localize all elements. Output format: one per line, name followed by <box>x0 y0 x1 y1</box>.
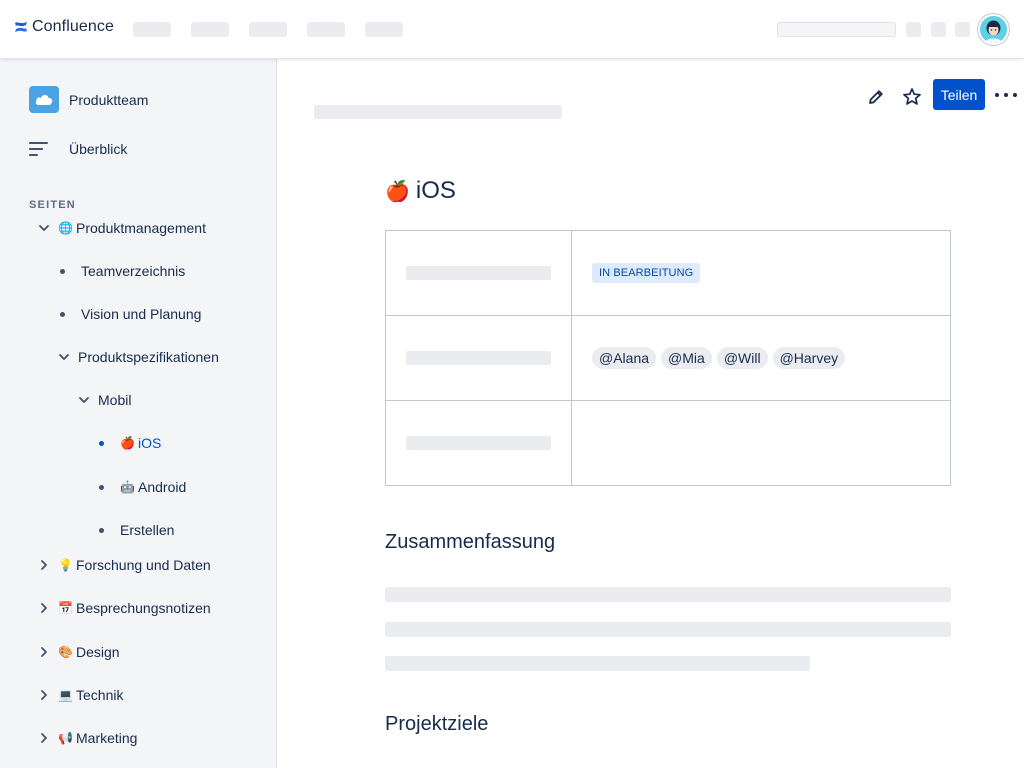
sidebar-tree-item-label: Android <box>138 479 187 495</box>
confluence-logo[interactable]: Confluence <box>14 18 114 36</box>
page-title-text: iOS <box>415 177 456 204</box>
sidebar-tree-item[interactable]: Vision und Planung <box>60 306 201 322</box>
property-key-placeholder <box>406 351 551 365</box>
status-badge[interactable]: IN BEARBEITUNG <box>592 263 701 283</box>
text-line-placeholder <box>385 622 951 637</box>
sidebar: Produktteam Überblick SEITEN 🌐 Produktman… <box>0 59 277 768</box>
sidebar-tree-item[interactable]: Erstellen <box>99 522 174 538</box>
text-line-placeholder <box>385 587 951 602</box>
user-mention[interactable]: @Alana <box>592 347 657 369</box>
breadcrumb-placeholder <box>314 105 562 119</box>
sidebar-tree-item-label: Marketing <box>76 730 138 746</box>
star-icon <box>903 88 921 105</box>
page-emoji-icon: 💻 <box>58 688 73 702</box>
sidebar-tree-item-label: Technik <box>76 687 124 703</box>
sidebar-tree-item[interactable]: 🤖 Android <box>99 479 186 495</box>
sidebar-tree-item-label: iOS <box>138 435 162 451</box>
page-emoji-icon: 🌐 <box>58 221 73 235</box>
sidebar-tree-item-label: Mobil <box>98 392 132 408</box>
settings-icon[interactable] <box>955 22 970 37</box>
chevron-right-icon[interactable] <box>38 602 50 614</box>
bullet-icon <box>60 311 65 317</box>
nav-item-placeholder[interactable] <box>307 22 345 37</box>
user-mention[interactable]: @Mia <box>661 347 712 369</box>
chevron-right-icon[interactable] <box>38 646 50 658</box>
chevron-down-icon[interactable] <box>38 222 50 234</box>
app-name: Confluence <box>32 18 114 35</box>
avatar-icon <box>980 16 1007 43</box>
apple-icon: 🍎 <box>385 180 410 203</box>
nav-item-placeholder[interactable] <box>133 22 171 37</box>
page-emoji-icon: 📢 <box>58 731 73 745</box>
sidebar-item-overview[interactable]: Überblick <box>29 141 127 157</box>
more-actions-button[interactable] <box>995 87 1017 103</box>
sidebar-tree-item[interactable]: 🍎 iOS <box>99 435 161 451</box>
sidebar-tree-item-label: Teamverzeichnis <box>81 263 186 279</box>
notifications-icon[interactable] <box>906 22 921 37</box>
chevron-down-icon[interactable] <box>78 394 90 406</box>
sidebar-tree-item[interactable]: Teamverzeichnis <box>60 263 185 279</box>
search-input[interactable] <box>777 22 896 37</box>
confluence-logo-icon <box>15 22 27 32</box>
property-key-placeholder <box>406 266 551 280</box>
sidebar-tree-item[interactable]: Mobil <box>78 392 131 408</box>
chevron-down-icon[interactable] <box>58 351 70 363</box>
nav-item-placeholder[interactable] <box>191 22 229 37</box>
edit-button[interactable] <box>864 85 888 109</box>
user-mention[interactable]: @Will <box>716 347 768 369</box>
sidebar-tree-item-label: Produktspezifikationen <box>78 349 219 365</box>
sidebar-tree-item-label: Erstellen <box>120 522 175 538</box>
page-emoji-icon: 🍎 <box>120 436 135 450</box>
pages-section-label: SEITEN <box>29 199 76 211</box>
chevron-right-icon[interactable] <box>38 732 50 744</box>
sidebar-tree-item[interactable]: 🎨 Design <box>38 644 120 660</box>
overview-label: Überblick <box>69 141 128 157</box>
overview-icon <box>29 142 48 156</box>
cloud-icon <box>29 86 59 113</box>
sidebar-tree-item[interactable]: Produktspezifikationen <box>58 349 219 365</box>
page-emoji-icon: 💡 <box>58 558 73 572</box>
bullet-icon <box>99 484 104 490</box>
main-content: Teilen 🍎 iOS IN BEARBEITUNG @Alana @Mia @W… <box>278 59 1024 768</box>
sidebar-tree-item[interactable]: 💡 Forschung und Daten <box>38 557 211 573</box>
sidebar-tree-item[interactable]: 🌐 Produktmanagement <box>38 220 206 236</box>
page-emoji-icon: 🤖 <box>120 480 135 494</box>
sidebar-tree-item[interactable]: 💻 Technik <box>38 687 123 703</box>
sidebar-tree-item-label: Design <box>76 644 120 660</box>
user-mention[interactable]: @Harvey <box>772 347 846 369</box>
sidebar-tree-item-label: Besprechungsnotizen <box>76 600 211 616</box>
bullet-icon <box>60 268 65 274</box>
property-key-placeholder <box>406 436 551 450</box>
chevron-right-icon[interactable] <box>38 689 50 701</box>
pencil-icon <box>869 90 883 104</box>
user-avatar[interactable] <box>978 14 1009 45</box>
help-icon[interactable] <box>931 22 946 37</box>
text-line-placeholder <box>385 656 810 671</box>
table-row: @Alana @Mia @Will @Harvey <box>385 315 951 401</box>
section-heading-goals: Projektziele <box>385 713 489 735</box>
page-title: 🍎 iOS <box>385 177 456 205</box>
share-button[interactable]: Teilen <box>933 79 985 110</box>
page-emoji-icon: 📅 <box>58 601 73 615</box>
sidebar-tree-item-label: Produktmanagement <box>76 220 206 236</box>
page-properties-table: IN BEARBEITUNG @Alana @Mia @Will @Harvey <box>385 230 951 486</box>
bullet-icon <box>99 440 104 446</box>
nav-item-placeholder[interactable] <box>365 22 403 37</box>
sidebar-tree-item-label: Forschung und Daten <box>76 557 211 573</box>
star-button[interactable] <box>900 85 924 109</box>
space-name: Produktteam <box>69 91 149 108</box>
table-row: IN BEARBEITUNG <box>385 230 951 316</box>
bullet-icon <box>99 527 104 533</box>
more-icon <box>995 93 999 97</box>
sidebar-tree-item[interactable]: 📅 Besprechungsnotizen <box>38 600 211 616</box>
section-heading-summary: Zusammenfassung <box>385 531 556 553</box>
top-navigation-bar: Confluence <box>0 0 1024 59</box>
chevron-right-icon[interactable] <box>38 559 50 571</box>
nav-item-placeholder[interactable] <box>249 22 287 37</box>
table-row <box>385 400 951 486</box>
space-header[interactable]: Produktteam <box>29 86 148 113</box>
sidebar-tree-item-label: Vision und Planung <box>81 306 202 322</box>
sidebar-tree-item[interactable]: 📢 Marketing <box>38 730 137 746</box>
page-emoji-icon: 🎨 <box>58 645 73 659</box>
